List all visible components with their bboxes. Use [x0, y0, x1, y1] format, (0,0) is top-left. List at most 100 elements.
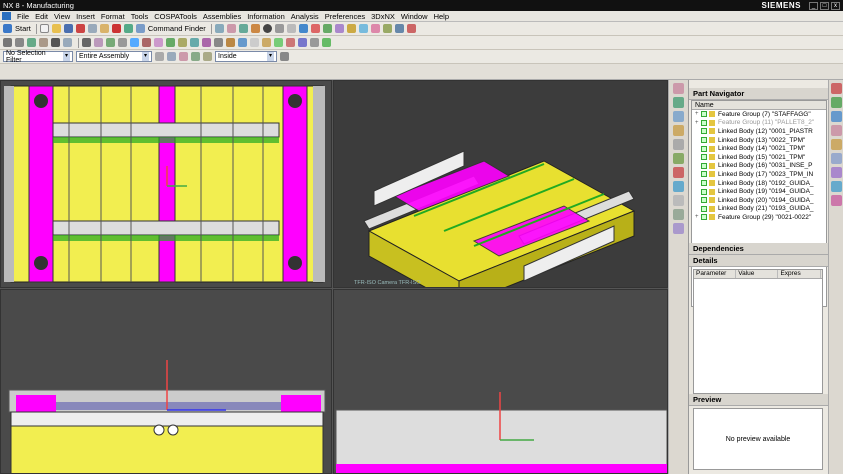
menu-item-edit[interactable]: Edit: [32, 12, 51, 21]
pattern-icon[interactable]: [262, 38, 271, 47]
menu-item-help[interactable]: Help: [431, 12, 452, 21]
assembly-navigator-icon[interactable]: [673, 83, 684, 94]
roles-icon[interactable]: [673, 181, 684, 192]
pan-icon[interactable]: [250, 24, 260, 33]
tool-icon[interactable]: [830, 111, 842, 122]
menu-item-3dxnx[interactable]: 3DxNX: [368, 12, 398, 21]
snap-point-icon[interactable]: [179, 52, 188, 61]
undo-icon[interactable]: [123, 24, 133, 33]
preview-header[interactable]: Preview: [689, 394, 829, 406]
viewport-front[interactable]: [0, 289, 332, 474]
trim-icon[interactable]: [286, 38, 295, 47]
minimize-button[interactable]: _: [809, 1, 818, 10]
visibility-checkbox[interactable]: [701, 205, 707, 212]
reuse-library-icon[interactable]: [673, 125, 684, 136]
wcs-icon[interactable]: [394, 24, 404, 33]
nx-logo-icon[interactable]: [2, 12, 11, 20]
scope-dropdown[interactable]: Entire Assembly ▾: [76, 51, 152, 62]
menu-item-format[interactable]: Format: [98, 12, 128, 21]
tree-row[interactable]: Linked Body (18) "0192_GUIDA_: [692, 179, 826, 188]
rotate-icon[interactable]: [238, 24, 248, 33]
unite-icon[interactable]: [190, 38, 199, 47]
tree-row[interactable]: Linked Body (20) "0194_GUIDA_: [692, 196, 826, 205]
viewport-isometric[interactable]: TFR-ISO Camera TFR-ISO: [333, 80, 668, 288]
cut-icon[interactable]: [75, 24, 85, 33]
constraint-navigator-icon[interactable]: [673, 111, 684, 122]
maximize-button[interactable]: □: [820, 1, 829, 10]
part-navigator-icon[interactable]: [673, 97, 684, 108]
viewport-top[interactable]: [0, 80, 332, 288]
pocket-icon[interactable]: [154, 38, 163, 47]
method-icon[interactable]: [830, 139, 842, 150]
select-body-icon[interactable]: [191, 52, 200, 61]
manufacturing-wizard-icon[interactable]: [673, 223, 684, 234]
details-column-header[interactable]: Expres: [778, 270, 821, 278]
orient-icon[interactable]: [286, 24, 296, 33]
select-all-icon[interactable]: [167, 52, 176, 61]
menu-item-tools[interactable]: Tools: [128, 12, 152, 21]
new-icon[interactable]: [39, 24, 49, 33]
menu-item-assemblies[interactable]: Assemblies: [200, 12, 244, 21]
block-icon[interactable]: [82, 38, 91, 47]
tree-row[interactable]: Linked Body (15) "0021_TPM": [692, 153, 826, 162]
menu-item-preferences[interactable]: Preferences: [322, 12, 368, 21]
point-icon[interactable]: [3, 38, 12, 47]
visibility-checkbox[interactable]: [701, 197, 707, 204]
system-materials-icon[interactable]: [673, 153, 684, 164]
start-button[interactable]: Start: [3, 24, 31, 33]
tree-row[interactable]: Linked Body (17) "0023_TPM_IN: [692, 170, 826, 179]
tree-row[interactable]: Linked Body (16) "0031_INSE_P: [692, 162, 826, 171]
geometry-icon[interactable]: [830, 125, 842, 136]
sphere-icon[interactable]: [118, 38, 127, 47]
show-hide-icon[interactable]: [334, 24, 344, 33]
arc-icon[interactable]: [27, 38, 36, 47]
datum-icon[interactable]: [310, 38, 319, 47]
check-icon[interactable]: [322, 38, 331, 47]
tree-row[interactable]: + Feature Group (29) "0021-0022": [692, 213, 826, 222]
sketch-icon[interactable]: [39, 38, 48, 47]
postprocess-icon[interactable]: [830, 195, 842, 206]
visibility-checkbox[interactable]: [701, 111, 707, 118]
menu-item-information[interactable]: Information: [244, 12, 288, 21]
menu-item-analysis[interactable]: Analysis: [288, 12, 322, 21]
quick-pick-icon[interactable]: [280, 52, 289, 61]
visibility-checkbox[interactable]: [701, 137, 707, 144]
layer-icon[interactable]: [322, 24, 332, 33]
web-browser-icon[interactable]: [673, 195, 684, 206]
visibility-checkbox[interactable]: [701, 188, 707, 195]
menu-item-insert[interactable]: Insert: [73, 12, 98, 21]
tree-row[interactable]: Linked Body (14) "0021_TPM": [692, 144, 826, 153]
wireframe-icon[interactable]: [274, 24, 284, 33]
blend-icon[interactable]: [226, 38, 235, 47]
verify-icon[interactable]: [830, 167, 842, 178]
chamfer-icon[interactable]: [238, 38, 247, 47]
select-face-icon[interactable]: [203, 52, 212, 61]
slot-icon[interactable]: [166, 38, 175, 47]
groove-icon[interactable]: [178, 38, 187, 47]
snap-icon[interactable]: [382, 24, 392, 33]
delete-icon[interactable]: [111, 24, 121, 33]
tree-row[interactable]: Linked Body (12) "0001_PIASTR: [692, 127, 826, 136]
ops-icon[interactable]: [830, 97, 842, 108]
menu-item-window[interactable]: Window: [398, 12, 431, 21]
subtract-icon[interactable]: [202, 38, 211, 47]
intersect-icon[interactable]: [214, 38, 223, 47]
viewport-right[interactable]: [333, 289, 668, 474]
command-finder-button[interactable]: Command Finder: [135, 24, 206, 33]
open-icon[interactable]: [51, 24, 61, 33]
details-column-header[interactable]: Parameter: [694, 270, 737, 278]
palette-icon[interactable]: [673, 209, 684, 220]
boss-icon[interactable]: [142, 38, 151, 47]
view-icon[interactable]: [298, 24, 308, 33]
mirror-icon[interactable]: [274, 38, 283, 47]
history-icon[interactable]: [673, 139, 684, 150]
visibility-checkbox[interactable]: [701, 162, 707, 169]
program-icon[interactable]: [830, 153, 842, 164]
visibility-checkbox[interactable]: [701, 214, 707, 221]
visibility-checkbox[interactable]: [701, 154, 707, 161]
process-studio-icon[interactable]: [673, 167, 684, 178]
tree-row[interactable]: Linked Body (21) "0193_GUIDA_: [692, 205, 826, 214]
revolve-icon[interactable]: [63, 38, 72, 47]
simulate-icon[interactable]: [830, 181, 842, 192]
tree-row[interactable]: Linked Body (13) "0022_TPM": [692, 136, 826, 145]
